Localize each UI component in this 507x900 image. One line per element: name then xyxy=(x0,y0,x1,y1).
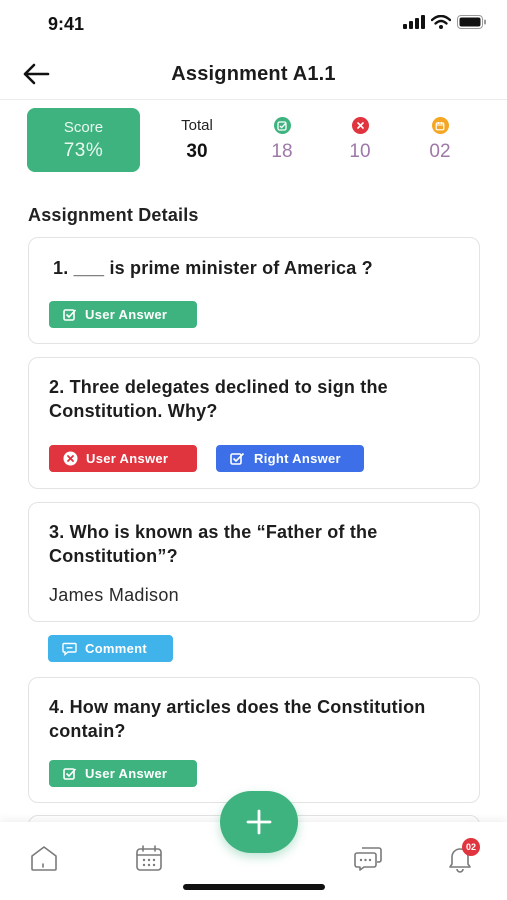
pending-stat: 02 xyxy=(410,117,470,163)
question-text: 2. Three delegates declined to sign the … xyxy=(49,377,388,421)
correct-stat: 18 xyxy=(252,117,312,163)
user-answer-label: User Answer xyxy=(86,451,169,466)
status-icons xyxy=(403,15,487,29)
user-answer-button[interactable]: User Answer xyxy=(49,301,197,328)
nav-calendar[interactable] xyxy=(133,842,165,874)
answer-text: James Madison xyxy=(49,585,179,605)
check-square-icon xyxy=(273,117,291,134)
score-label: Score xyxy=(63,119,104,136)
check-square-icon xyxy=(230,452,245,465)
signal-icon xyxy=(403,15,425,29)
question-text: 4. How many articles does the Constituti… xyxy=(49,697,426,741)
wrong-value: 10 xyxy=(349,141,371,162)
chat-icon xyxy=(354,847,382,871)
notification-badge: 02 xyxy=(462,838,480,856)
comment-label: Comment xyxy=(85,641,148,656)
page-title: Assignment A1.1 xyxy=(171,63,336,85)
question-card-4: 4. How many articles does the Constituti… xyxy=(28,677,480,803)
check-square-icon xyxy=(63,767,77,780)
user-answer-button[interactable]: User Answer xyxy=(49,760,197,787)
score-card: Score 73% xyxy=(27,108,140,172)
right-answer-label: Right Answer xyxy=(254,451,341,466)
x-circle-icon xyxy=(63,451,78,466)
plus-icon xyxy=(246,809,272,835)
home-icon xyxy=(31,846,57,871)
total-value: 30 xyxy=(186,141,208,162)
calendar-icon xyxy=(136,845,162,871)
wifi-icon xyxy=(431,15,451,29)
check-square-icon xyxy=(63,308,77,321)
add-button[interactable] xyxy=(220,791,298,853)
user-answer-button[interactable]: User Answer xyxy=(49,445,197,472)
comment-button[interactable]: Comment xyxy=(48,635,173,662)
total-stat: Total 30 xyxy=(167,117,227,163)
pending-value: 02 xyxy=(429,141,451,162)
calendar-icon xyxy=(431,117,449,134)
comment-icon xyxy=(62,642,77,656)
question-card-3: 3. Who is known as the “Father of the Co… xyxy=(28,502,480,622)
user-answer-label: User Answer xyxy=(85,307,168,322)
user-answer-label: User Answer xyxy=(85,766,168,781)
total-label: Total xyxy=(181,117,213,134)
question-text: 3. Who is known as the “Father of the Co… xyxy=(49,522,378,566)
status-time: 9:41 xyxy=(48,14,85,34)
battery-icon xyxy=(457,15,486,29)
correct-value: 18 xyxy=(271,141,293,162)
wrong-stat: 10 xyxy=(330,117,390,163)
status-bar: 9:41 xyxy=(0,0,507,50)
nav-home[interactable] xyxy=(28,842,60,874)
right-answer-button[interactable]: Right Answer xyxy=(216,445,364,472)
nav-chat[interactable] xyxy=(352,842,384,874)
header: Assignment A1.1 xyxy=(0,50,507,100)
question-card-1: 1. ___ is prime minister of America ? Us… xyxy=(28,237,480,344)
stats-summary: Score 73% Total 30 18 10 02 xyxy=(0,100,507,185)
question-text: 1. ___ is prime minister of America ? xyxy=(53,258,373,278)
section-title: Assignment Details xyxy=(28,205,199,225)
home-indicator xyxy=(183,884,325,890)
x-circle-icon xyxy=(351,117,369,134)
question-card-2: 2. Three delegates declined to sign the … xyxy=(28,357,480,489)
score-value: 73% xyxy=(63,140,104,161)
